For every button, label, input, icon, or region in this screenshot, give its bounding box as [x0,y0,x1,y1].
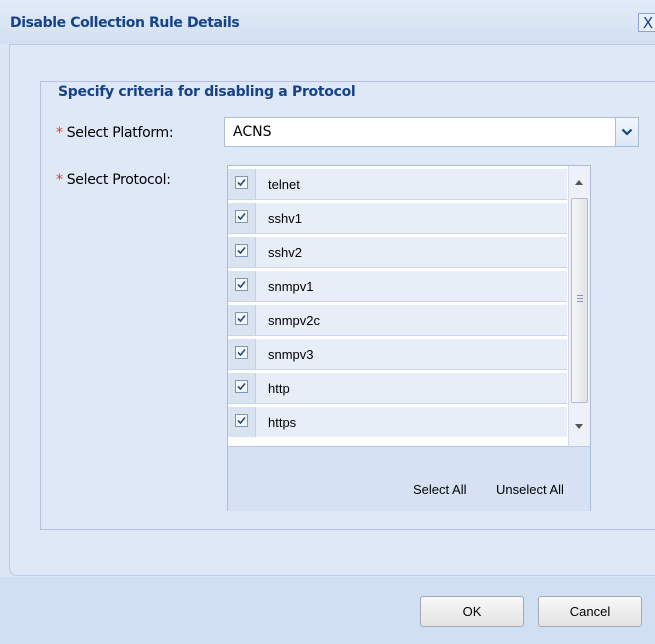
protocol-checkbox[interactable] [235,414,248,427]
select-all-link[interactable]: Select All [413,482,466,497]
protocol-label: sshv1 [268,211,302,226]
protocol-checkbox[interactable] [235,176,248,189]
protocol-checkbox[interactable] [235,278,248,291]
grip-icon [577,295,583,302]
protocol-list: telnet sshv1 sshv2 snmpv1 snmpv2c snmpv3… [227,165,591,511]
platform-select-value: ACNS [233,124,272,140]
checkmark-icon [237,280,246,289]
chevron-down-icon [621,128,633,136]
protocol-label: telnet [268,177,300,192]
criteria-legend: Specify criteria for disabling a Protoco… [52,84,362,100]
protocol-checkbox[interactable] [235,210,248,223]
protocol-checkbox-cell [228,169,256,199]
checkmark-icon [237,348,246,357]
close-button[interactable]: X [638,13,655,32]
platform-select-trigger[interactable] [615,118,638,146]
scroll-up-arrow-icon[interactable] [575,180,583,185]
protocol-checkbox[interactable] [235,244,248,257]
required-marker: * [56,172,63,188]
protocol-checkbox[interactable] [235,380,248,393]
protocol-label: http [268,381,290,396]
protocol-label-cell: https [256,407,567,437]
protocol-checkbox-cell [228,305,256,335]
protocol-label-row: * Select Protocol: [56,172,171,188]
scrollbar-thumb[interactable] [571,198,588,403]
protocol-checkbox-cell [228,407,256,437]
protocol-row[interactable]: telnet [228,169,567,200]
platform-label-row: * Select Platform: [56,125,174,141]
protocol-checkbox-cell [228,373,256,403]
disable-collection-rule-dialog: Disable Collection Rule Details X Specif… [0,0,655,644]
cancel-button[interactable]: Cancel [538,596,642,627]
protocol-row[interactable]: snmpv3 [228,339,567,370]
protocol-label: snmpv1 [268,279,314,294]
checkmark-icon [237,416,246,425]
protocol-label-cell: http [256,373,567,403]
platform-select[interactable]: ACNS [224,117,639,147]
dialog-title-bar[interactable]: Disable Collection Rule Details X [0,0,655,44]
protocol-row[interactable]: http [228,373,567,404]
protocol-row[interactable]: https [228,407,567,445]
checkmark-icon [237,314,246,323]
required-marker: * [56,125,63,141]
protocol-checkbox[interactable] [235,346,248,359]
protocol-row[interactable]: sshv1 [228,203,567,234]
checkmark-icon [237,212,246,221]
protocol-label-cell: telnet [256,169,567,199]
protocol-label: snmpv2c [268,313,321,328]
protocol-checkbox[interactable] [235,312,248,325]
unselect-all-link[interactable]: Unselect All [496,482,564,497]
protocol-checkbox-cell [228,237,256,267]
scroll-down-arrow-icon[interactable] [575,424,583,429]
ok-button[interactable]: OK [420,596,524,627]
protocol-label-cell: sshv1 [256,203,567,233]
close-icon: X [642,14,654,32]
protocol-label: Select Protocol: [66,172,171,188]
protocol-list-footer: Select All Unselect All [228,446,590,511]
protocol-list-scrollbar[interactable] [568,166,590,446]
protocol-label-cell: snmpv1 [256,271,567,301]
protocol-checkbox-cell [228,271,256,301]
protocol-label: https [268,415,297,430]
protocol-checkbox-cell [228,203,256,233]
protocol-label-cell: sshv2 [256,237,567,267]
protocol-row[interactable]: snmpv1 [228,271,567,302]
protocol-label: snmpv3 [268,347,314,362]
checkmark-icon [237,382,246,391]
protocol-checkbox-cell [228,339,256,369]
protocol-label: sshv2 [268,245,302,260]
dialog-title: Disable Collection Rule Details [10,15,240,31]
protocol-row[interactable]: snmpv2c [228,305,567,336]
protocol-label-cell: snmpv3 [256,339,567,369]
platform-label: Select Platform: [66,125,174,141]
protocol-label-cell: snmpv2c [256,305,567,335]
checkmark-icon [237,178,246,187]
checkmark-icon [237,246,246,255]
protocol-row[interactable]: sshv2 [228,237,567,268]
